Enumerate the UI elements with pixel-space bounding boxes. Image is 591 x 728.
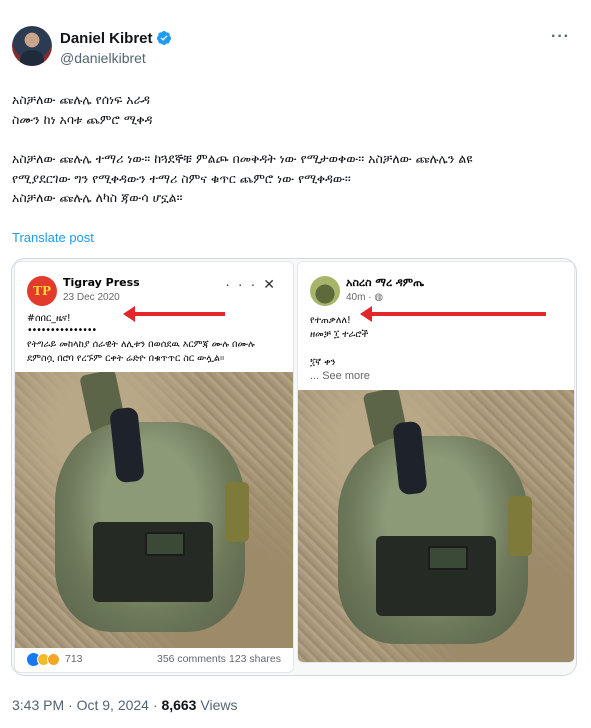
tweet-line: የሚያደርገው ግን የሚቀዳውን ተማሪ ስምና ቁጥር ጨምሮ ነው የሚቀ…	[12, 170, 351, 186]
close-icon: ✕	[263, 276, 283, 292]
author-name[interactable]: Daniel Kibret	[60, 30, 153, 47]
left-post-action-icons: ···✕	[225, 276, 283, 293]
tweet-line: አስቻለው ጩሉሌ የሰነፍ አራዳ	[12, 92, 150, 107]
tweet-line: አስቻለው ጩሉሌ ለካስ ጃውሳ ሆኗል።	[12, 190, 183, 205]
shares-count: 123 shares	[229, 653, 281, 665]
left-post-reactions-bar: 713 356 comments 123 shares	[27, 652, 287, 668]
right-facebook-post: አስረስ ማረ ዳምጤ 40m · ◍ የተጠቃለለ! ዘመቻ ፲ ተራሮች ፺…	[297, 261, 575, 663]
tweet-media-image[interactable]: TP Tigray Press 23 Dec 2020 ···✕ #ሰበር_ዜና…	[11, 258, 577, 676]
more-horizontal-icon[interactable]: ···	[551, 28, 570, 46]
comments-count: 356 comments	[157, 653, 226, 665]
right-post-body-line3: ፺ኛ ቀን	[310, 357, 336, 368]
right-post-body-line1: የተጠቃለለ!	[310, 315, 351, 326]
globe-icon: ◍	[374, 292, 384, 303]
left-post-dots: •••••••••••••••	[27, 325, 97, 336]
radio-screen	[428, 546, 468, 570]
translate-post-link[interactable]: Translate post	[12, 230, 94, 245]
left-facebook-post: TP Tigray Press 23 Dec 2020 ···✕ #ሰበር_ዜና…	[14, 261, 294, 673]
author-handle[interactable]: @danielkibret	[60, 50, 146, 66]
author-avatar[interactable]	[12, 26, 52, 66]
right-post-page-name: አስረስ ማረ ዳምጤ	[346, 276, 424, 289]
antenna-mount	[508, 496, 532, 556]
right-post-body-line2: ዘመቻ ፲ ተራሮች	[310, 329, 369, 340]
tweet-header: Daniel Kibret @danielkibret ···	[12, 26, 582, 70]
left-post-body-line1: የትግራይ መከላከያ ሰራዊት ለሊቱን በወሰደዉ እርምጃ ሙሉ በሙሉ	[27, 339, 255, 350]
left-post-date: 23 Dec 2020	[63, 292, 120, 303]
left-post-page-name: Tigray Press	[63, 276, 140, 289]
red-arrow-annotation	[123, 306, 225, 322]
see-more-link[interactable]: ... See more	[310, 370, 370, 382]
views-count: 8,663	[161, 697, 197, 713]
tweet-meta: 3:43 PM · Oct 9, 2024 · 8,663 Views	[12, 697, 238, 713]
tweet-date[interactable]: Oct 9, 2024	[77, 697, 149, 713]
tweet-time[interactable]: 3:43 PM	[12, 697, 64, 713]
reaction-count: 713	[65, 653, 83, 665]
haha-reaction-icon	[47, 653, 60, 666]
left-post-body-line2: ደምስሷ በሮባ የረኙም ርቀት ሬድዮ በቁጥጥር ስር ውሏል።	[27, 353, 225, 364]
right-post-time: 40m · ◍	[346, 292, 384, 303]
right-post-photo	[298, 390, 574, 662]
tigray-press-logo: TP	[27, 276, 57, 306]
tweet-text: አስቻለው ጩሉሌ የሰነፍ አራዳ ስሙን ከነ አባቱ ጨምሮ ሚቀዳ አስ…	[12, 90, 582, 208]
tweet-line: ስሙን ከነ አባቱ ጨምሮ ሚቀዳ	[12, 111, 153, 127]
left-post-photo	[15, 372, 293, 648]
views-label: Views	[196, 697, 238, 713]
right-post-avatar	[310, 276, 340, 306]
tweet-line: አስቻለው ጩሉሌ ተማሪ ነው፡፡ ከጓደኞቹ ምልጮ በመቅዳት ነው የሚ…	[12, 151, 473, 166]
verified-badge-icon	[156, 31, 171, 45]
antenna-mount	[225, 482, 249, 542]
more-horizontal-icon: ···	[225, 276, 264, 292]
red-arrow-annotation	[360, 306, 546, 322]
radio-screen	[145, 532, 185, 556]
